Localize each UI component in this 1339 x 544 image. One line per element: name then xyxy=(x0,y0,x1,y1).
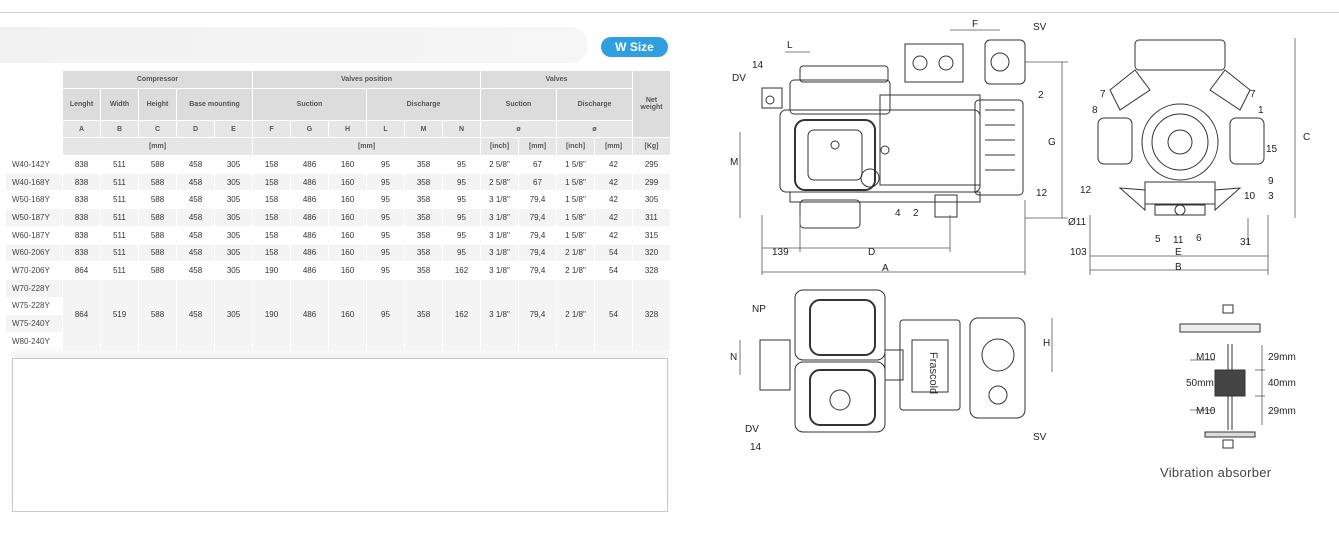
top-label-dv: DV xyxy=(745,424,759,435)
vibration-absorber-drawing xyxy=(1179,304,1261,449)
side-label-2a: 2 xyxy=(1038,90,1044,101)
nameplate-text: Frascold xyxy=(927,352,939,394)
top-label-h: H xyxy=(1043,338,1050,349)
side-label-a: A xyxy=(882,263,889,274)
side-label-14: 14 xyxy=(752,60,764,71)
side-label-d: D xyxy=(868,247,875,258)
front-view-drawing xyxy=(1097,39,1265,216)
front-label-10: 10 xyxy=(1244,191,1256,202)
side-label-dv: DV xyxy=(732,73,746,84)
side-dimensions xyxy=(739,29,1068,275)
front-label-6: 6 xyxy=(1196,233,1202,244)
front-label-dia11: Ø11 xyxy=(1068,217,1087,228)
side-label-4: 4 xyxy=(895,208,901,219)
top-label-sv: SV xyxy=(1033,432,1047,443)
top-label-np: NP xyxy=(752,304,766,315)
absorber-label-50mm: 50mm xyxy=(1186,378,1214,389)
side-view-drawing xyxy=(761,39,1026,229)
front-label-3: 3 xyxy=(1268,191,1274,202)
front-label-c: C xyxy=(1303,132,1310,143)
absorber-label-40mm: 40mm xyxy=(1268,378,1296,389)
side-label-2b: 2 xyxy=(913,208,919,219)
front-label-e: E xyxy=(1175,247,1182,258)
side-label-m: M xyxy=(730,157,738,168)
side-label-sv: SV xyxy=(1033,22,1047,33)
top-view-drawing xyxy=(759,289,1026,433)
front-label-31: 31 xyxy=(1240,237,1252,248)
technical-drawings: F SV L 14 DV 2 M G C 4 2 12 139 D A 7 7 … xyxy=(730,19,1310,453)
front-label-1: 1 xyxy=(1258,105,1264,116)
side-label-g: G xyxy=(1048,137,1056,148)
absorber-label-m10-top: M10 xyxy=(1196,352,1216,363)
front-label-9: 9 xyxy=(1268,176,1274,187)
front-label-7a: 7 xyxy=(1100,89,1106,100)
front-label-12: 12 xyxy=(1080,185,1092,196)
side-label-l: L xyxy=(787,40,793,51)
front-label-5: 5 xyxy=(1155,234,1161,245)
side-label-f: F xyxy=(972,19,978,30)
front-label-11: 11 xyxy=(1173,235,1184,246)
top-dimensions xyxy=(739,318,1053,375)
front-label-7b: 7 xyxy=(1250,89,1256,100)
top-label-n: N xyxy=(730,352,737,363)
front-label-b: B xyxy=(1175,262,1182,273)
top-label-14: 14 xyxy=(750,442,762,453)
side-label-12: 12 xyxy=(1036,188,1048,199)
side-label-139: 139 xyxy=(772,247,789,258)
absorber-label-29mm-top: 29mm xyxy=(1268,352,1296,363)
front-label-8: 8 xyxy=(1092,105,1098,116)
front-label-103: 103 xyxy=(1070,247,1087,258)
absorber-label-m10-bottom: M10 xyxy=(1196,406,1216,417)
absorber-label-29mm-bottom: 29mm xyxy=(1268,406,1296,417)
front-label-15: 15 xyxy=(1266,144,1278,155)
vibration-absorber-title: Vibration absorber xyxy=(1160,465,1272,480)
